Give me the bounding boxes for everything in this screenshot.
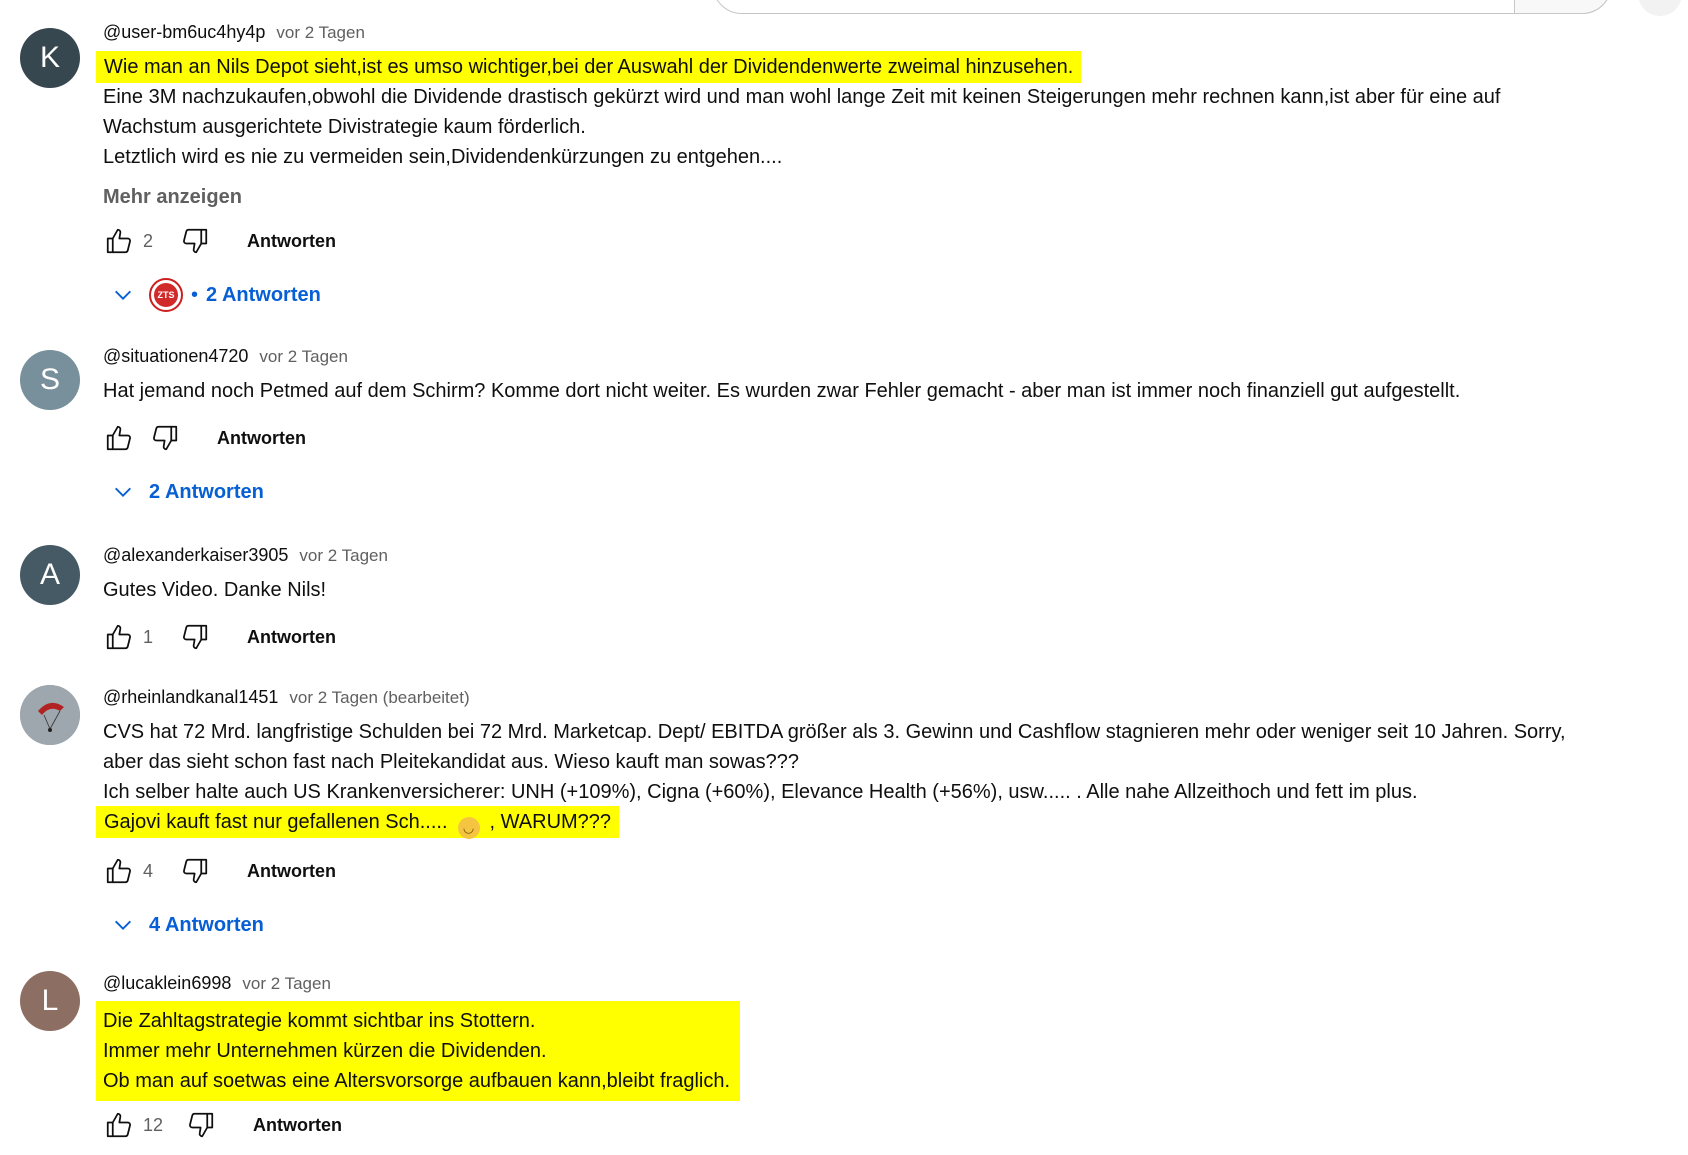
search-box[interactable] <box>712 0 1612 14</box>
comment-author[interactable]: @situationen4720 <box>103 346 248 366</box>
comment-text: Gutes Video. Danke Nils! <box>103 575 1648 605</box>
search-button[interactable] <box>1514 0 1612 14</box>
comment-time[interactable]: vor 2 Tagen <box>259 347 348 366</box>
like-count: 2 <box>143 230 154 251</box>
highlighted-text: Wie man an Nils Depot sieht,ist es umso … <box>96 51 1082 83</box>
comment-actions: Antworten <box>103 418 1648 458</box>
separator-dot: • <box>191 283 199 306</box>
comment-body: @user-bm6uc4hy4p vor 2 Tagen Wie man an … <box>96 20 1648 315</box>
thumb-down-icon[interactable] <box>179 621 211 653</box>
comment-text: Wie man an Nils Depot sieht,ist es umso … <box>96 51 1648 172</box>
like-count: 12 <box>143 1114 164 1135</box>
thumb-down-icon[interactable] <box>179 225 211 257</box>
comment-line: Die Zahltagstrategie kommt sichtbar ins … <box>103 1010 536 1032</box>
replies-toggle[interactable]: 2 Antworten <box>107 472 1648 512</box>
comment-time[interactable]: vor 2 Tagen (bearbeitet) <box>289 688 469 707</box>
voice-search-button[interactable] <box>1638 0 1682 16</box>
comment-author[interactable]: @lucaklein6998 <box>103 973 231 993</box>
reply-button[interactable]: Antworten <box>247 627 336 648</box>
comment-body: @rheinlandkanal1451 vor 2 Tagen (bearbei… <box>96 685 1648 945</box>
chevron-down-icon <box>107 909 139 941</box>
comment-line: Ob man auf soetwas eine Altersvorsorge a… <box>103 1070 731 1092</box>
comment-header: @lucaklein6998 vor 2 Tagen <box>103 971 1648 995</box>
highlighted-text: Die Zahltagstrategie kommt sichtbar ins … <box>96 1001 741 1101</box>
thumb-down-icon[interactable] <box>179 855 211 887</box>
thumb-up-icon[interactable] <box>103 1109 135 1141</box>
thumb-up-icon[interactable] <box>103 855 135 887</box>
thumb-down-icon[interactable] <box>185 1109 217 1141</box>
avatar[interactable] <box>20 685 80 745</box>
comment-line: aber das sieht schon fast nach Pleitekan… <box>103 751 799 773</box>
emoji-icon: ◡ <box>457 817 480 839</box>
thumb-down-icon[interactable] <box>149 422 181 454</box>
avatar[interactable]: S <box>20 350 80 410</box>
reply-button[interactable]: Antworten <box>253 1115 342 1136</box>
comment-line: Ich selber halte auch US Krankenversiche… <box>103 781 1418 803</box>
comment-header: @situationen4720 vor 2 Tagen <box>103 344 1648 368</box>
comment-header: @rheinlandkanal1451 vor 2 Tagen (bearbei… <box>103 685 1648 709</box>
reply-button[interactable]: Antworten <box>247 861 336 882</box>
chevron-down-icon <box>107 476 139 508</box>
comment-line: Eine 3M nachzukaufen,obwohl die Dividend… <box>103 86 1501 108</box>
comments-page: K @user-bm6uc4hy4p vor 2 Tagen Wie man a… <box>0 0 1688 1155</box>
chevron-down-icon <box>107 279 139 311</box>
comment-line: Gutes Video. Danke Nils! <box>103 579 327 601</box>
reply-button[interactable]: Antworten <box>247 231 336 252</box>
paraglider-image <box>20 685 80 745</box>
comment-line: Letztlich wird es nie zu vermeiden sein,… <box>103 146 783 168</box>
comment-text: CVS hat 72 Mrd. langfristige Schulden be… <box>96 717 1648 839</box>
reply-avatar-label: ZTS <box>154 283 178 307</box>
show-more-button[interactable]: Mehr anzeigen <box>103 186 1648 209</box>
comment-actions: 1 Antworten <box>103 617 1648 657</box>
avatar[interactable]: K <box>20 28 80 88</box>
replies-count-label[interactable]: 2 Antworten <box>149 481 264 504</box>
comment-text: Die Zahltagstrategie kommt sichtbar ins … <box>96 1001 1648 1101</box>
like-count: 4 <box>143 860 154 881</box>
comment-time[interactable]: vor 2 Tagen <box>276 23 365 42</box>
comment-line: Immer mehr Unternehmen kürzen die Divide… <box>103 1040 547 1062</box>
comment-body: @situationen4720 vor 2 Tagen Hat jemand … <box>103 344 1648 512</box>
highlighted-text: Gajovi kauft fast nur gefallenen Sch....… <box>96 806 620 839</box>
comment-line: Hat jemand noch Petmed auf dem Schirm? K… <box>103 380 1461 402</box>
comment-header: @user-bm6uc4hy4p vor 2 Tagen <box>103 20 1648 44</box>
comment-body: @lucaklein6998 vor 2 Tagen Die Zahltagst… <box>96 971 1648 1145</box>
highlighted-text-part: , WARUM??? <box>489 811 612 833</box>
comment-header: @alexanderkaiser3905 vor 2 Tagen <box>103 543 1648 567</box>
avatar[interactable]: L <box>20 971 80 1031</box>
replies-count-label[interactable]: 4 Antworten <box>149 914 264 937</box>
comment-actions: 2 Antworten <box>103 221 1648 261</box>
thumb-up-icon[interactable] <box>103 621 135 653</box>
comment-actions: 12 Antworten <box>103 1105 1648 1145</box>
highlighted-text-part: Gajovi kauft fast nur gefallenen Sch....… <box>104 811 448 833</box>
reply-author-avatar: ZTS <box>149 278 183 312</box>
comment-line: CVS hat 72 Mrd. langfristige Schulden be… <box>103 721 1566 743</box>
comment-author[interactable]: @alexanderkaiser3905 <box>103 545 288 565</box>
thumb-up-icon[interactable] <box>103 422 135 454</box>
comment-line: Wachstum ausgerichtete Divistrategie kau… <box>103 116 586 138</box>
like-count: 1 <box>143 626 154 647</box>
replies-toggle[interactable]: ZTS • 2 Antworten <box>107 275 1648 315</box>
comment-text: Hat jemand noch Petmed auf dem Schirm? K… <box>103 376 1648 406</box>
comment-body: @alexanderkaiser3905 vor 2 Tagen Gutes V… <box>103 543 1648 657</box>
avatar[interactable]: A <box>20 545 80 605</box>
thumb-up-icon[interactable] <box>103 225 135 257</box>
comment-time[interactable]: vor 2 Tagen <box>242 974 331 993</box>
reply-button[interactable]: Antworten <box>217 428 306 449</box>
comment-author[interactable]: @user-bm6uc4hy4p <box>103 22 265 42</box>
comment-actions: 4 Antworten <box>103 851 1648 891</box>
replies-count-label[interactable]: 2 Antworten <box>206 284 321 307</box>
comment-author[interactable]: @rheinlandkanal1451 <box>103 687 278 707</box>
replies-toggle[interactable]: 4 Antworten <box>107 905 1648 945</box>
comment-time[interactable]: vor 2 Tagen <box>299 546 388 565</box>
